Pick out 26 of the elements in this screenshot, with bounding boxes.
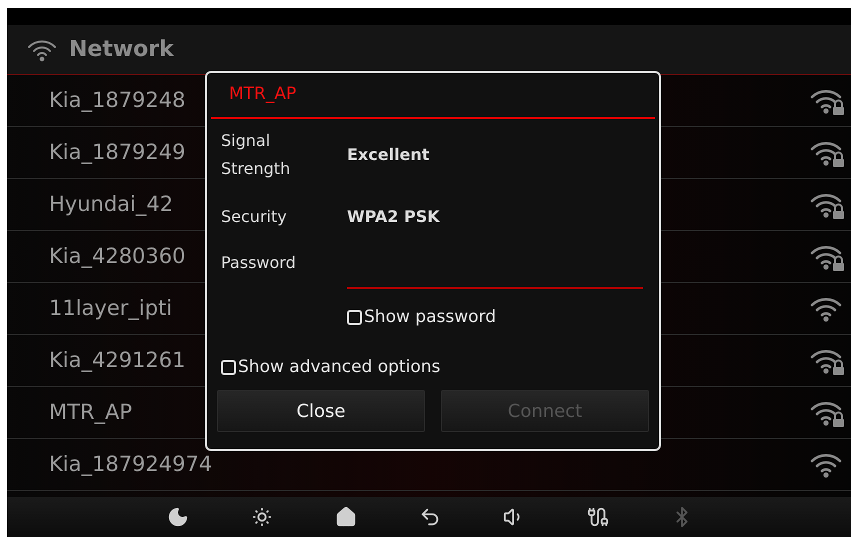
field-value: Excellent (347, 144, 430, 166)
cable-icon[interactable] (587, 506, 609, 528)
moon-icon[interactable] (167, 506, 189, 528)
dialog-button[interactable]: Close (217, 390, 425, 432)
network-name: Kia_4291261 (49, 346, 186, 374)
checkbox-label: Show password (364, 306, 496, 329)
network-name: 11layer_ipti (49, 294, 172, 322)
brightness-icon[interactable] (251, 506, 273, 528)
back-icon[interactable] (419, 506, 441, 528)
field-label: Security (221, 206, 288, 228)
network-name: Hyundai_42 (49, 190, 174, 218)
checkbox[interactable] (347, 310, 362, 326)
checkbox[interactable] (221, 360, 236, 375)
field-label: Signal Strength (221, 130, 292, 180)
network-name: Kia_1879249 (49, 138, 186, 166)
network-name: Kia_187924974 (49, 450, 212, 478)
field-value: WPA2 PSK (347, 206, 440, 228)
wifi-icon (27, 38, 57, 62)
dialog-title: MTR_AP (229, 83, 296, 106)
field-label: Password (221, 252, 297, 274)
network-name: MTR_AP (49, 398, 132, 426)
checkbox-label: Show advanced options (238, 356, 440, 378)
page-title: Network (69, 36, 174, 64)
network-name: Kia_4280360 (49, 242, 186, 270)
home-icon[interactable] (335, 506, 357, 528)
network-name: Kia_1879248 (49, 86, 186, 114)
